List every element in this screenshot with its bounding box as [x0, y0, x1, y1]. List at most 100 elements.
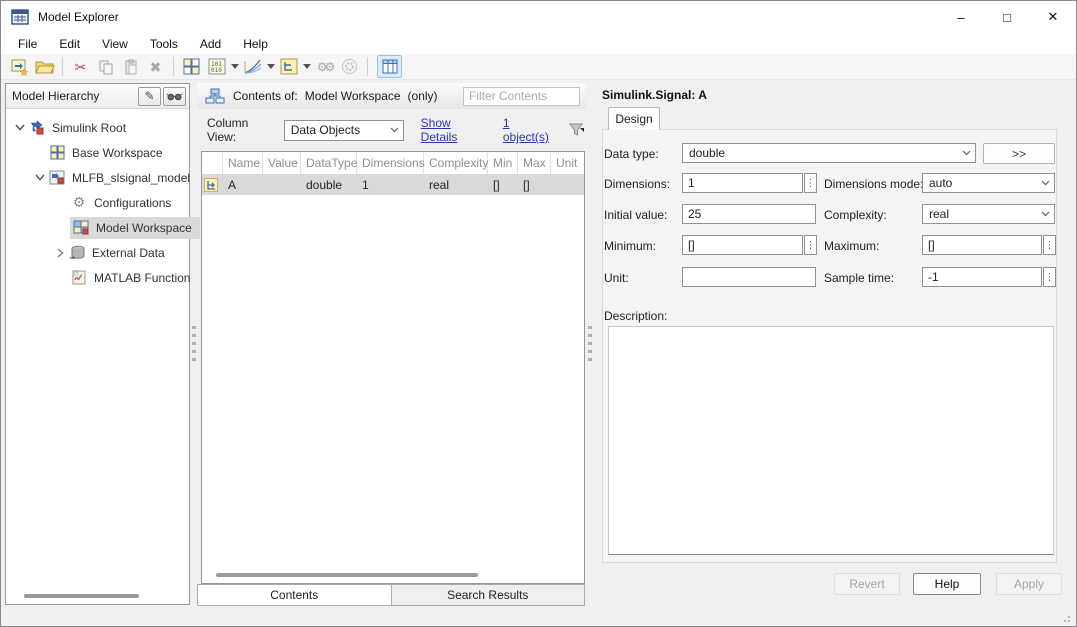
- delete-button[interactable]: ✖: [143, 55, 168, 78]
- tree-item-configurations[interactable]: ⚙ Configurations: [6, 190, 189, 215]
- open-button[interactable]: [32, 55, 57, 78]
- complexity-select[interactable]: real: [922, 204, 1055, 224]
- hierarchy-dropdown[interactable]: [301, 55, 312, 78]
- apply-button[interactable]: Apply: [996, 573, 1062, 595]
- tree-item-model-workspace[interactable]: Model Workspace: [6, 215, 189, 240]
- left-splitter[interactable]: [190, 83, 197, 606]
- hierarchy-view-button[interactable]: [276, 55, 301, 78]
- minimize-button[interactable]: –: [938, 1, 984, 33]
- model-hierarchy-header: Model Hierarchy ✎: [6, 84, 189, 109]
- chevron-down-icon: [303, 64, 311, 69]
- tree-item-label: Base Workspace: [72, 146, 163, 160]
- revert-button[interactable]: Revert: [834, 573, 900, 595]
- menu-file[interactable]: File: [7, 35, 48, 53]
- minimum-options-button[interactable]: ⋮: [804, 235, 817, 255]
- hierarchy-horizontal-scrollbar[interactable]: [24, 594, 139, 598]
- sample-time-options-button[interactable]: ⋮: [1043, 267, 1056, 287]
- dimensions-label: Dimensions:: [604, 177, 670, 191]
- sample-time-input[interactable]: [922, 267, 1042, 287]
- description-textarea[interactable]: [608, 326, 1054, 555]
- tab-design[interactable]: Design: [608, 107, 660, 130]
- column-header-unit[interactable]: Unit: [551, 152, 579, 174]
- edit-button[interactable]: ✎: [138, 87, 161, 106]
- data-type-value: double: [689, 146, 962, 160]
- column-header-complexity[interactable]: Complexity: [424, 152, 488, 174]
- signal-curves-view-button[interactable]: [240, 55, 265, 78]
- copy-button[interactable]: [93, 55, 118, 78]
- help-button[interactable]: Help: [913, 573, 981, 595]
- maximize-button[interactable]: □: [984, 1, 1030, 33]
- show-details-link[interactable]: Show Details: [421, 116, 486, 144]
- menu-add[interactable]: Add: [189, 35, 232, 53]
- signal-dialog-panel: Simulink.Signal: A Design Data type: dou…: [594, 83, 1076, 626]
- minimum-input[interactable]: [682, 235, 803, 255]
- tab-contents[interactable]: Contents: [198, 585, 392, 605]
- base-workspace-view-button[interactable]: [179, 55, 204, 78]
- contents-header: Contents of: Model Workspace (only): [197, 83, 586, 109]
- maximum-input[interactable]: [922, 235, 1042, 255]
- close-button[interactable]: ✕: [1030, 1, 1076, 33]
- column-header-name[interactable]: Name: [223, 152, 263, 174]
- tree-item-matlab-function[interactable]: MATLAB Function: [6, 265, 189, 290]
- column-header-max[interactable]: Max: [518, 152, 551, 174]
- column-header-dimensions[interactable]: Dimensions: [357, 152, 424, 174]
- data-type-assistant-button[interactable]: >>: [983, 143, 1055, 164]
- column-header-value[interactable]: Value: [263, 152, 301, 174]
- dimensions-input[interactable]: [682, 173, 803, 193]
- splitter-grip: [588, 326, 592, 364]
- unit-input[interactable]: [682, 267, 816, 287]
- chevron-down-icon: [1041, 180, 1050, 186]
- tree-item-label: Configurations: [94, 196, 171, 210]
- object-count-link[interactable]: 1 object(s): [503, 116, 555, 144]
- menu-tools[interactable]: Tools: [139, 35, 189, 53]
- description-label: Description:: [604, 309, 667, 323]
- window-controls: – □ ✕: [938, 1, 1076, 33]
- menu-view[interactable]: View: [91, 35, 139, 53]
- maximum-options-button[interactable]: ⋮: [1043, 235, 1056, 255]
- filter-contents-input[interactable]: [463, 87, 580, 106]
- curves-icon: [243, 58, 262, 75]
- data-objects-view-button[interactable]: 101 010: [204, 55, 229, 78]
- chevron-down-icon[interactable]: [12, 124, 28, 131]
- settings-button[interactable]: [337, 55, 362, 78]
- table-row[interactable]: A double 1 real [] []: [202, 174, 584, 195]
- data-type-select[interactable]: double: [682, 143, 976, 163]
- column-view-toggle-button[interactable]: [377, 55, 402, 78]
- model-workspace-icon: [72, 220, 90, 236]
- icon-column-header[interactable]: [202, 152, 223, 174]
- tree-item-base-workspace[interactable]: Base Workspace: [6, 140, 189, 165]
- contents-tabs: Contents Search Results: [197, 584, 585, 606]
- initial-value-input[interactable]: [682, 204, 816, 224]
- new-model-button[interactable]: [7, 55, 32, 78]
- column-header-min[interactable]: Min: [488, 152, 518, 174]
- view-options-button[interactable]: [163, 87, 186, 106]
- column-view-select[interactable]: Data Objects: [284, 120, 404, 141]
- external-data-icon: [68, 245, 86, 261]
- column-header-datatype[interactable]: DataType: [301, 152, 357, 174]
- signal-curves-dropdown[interactable]: [265, 55, 276, 78]
- tab-search-results[interactable]: Search Results: [392, 585, 585, 605]
- table-horizontal-scrollbar[interactable]: [216, 573, 478, 577]
- resize-grip[interactable]: [1062, 614, 1070, 622]
- tree-item-external-data[interactable]: External Data: [6, 240, 189, 265]
- dimensions-mode-select[interactable]: auto: [922, 173, 1055, 193]
- chevron-down-icon[interactable]: [32, 174, 48, 181]
- cell-datatype: double: [301, 178, 357, 192]
- tree-item-simulink-root[interactable]: Simulink Root: [6, 115, 189, 140]
- cell-max: []: [518, 178, 551, 192]
- paste-button[interactable]: [118, 55, 143, 78]
- data-objects-dropdown[interactable]: [229, 55, 240, 78]
- right-splitter[interactable]: [586, 83, 593, 606]
- menu-help[interactable]: Help: [232, 35, 279, 53]
- menu-edit[interactable]: Edit: [48, 35, 91, 53]
- tree-item-model[interactable]: MLFB_slsignal_model: [6, 165, 189, 190]
- title-bar: Model Explorer – □ ✕: [1, 1, 1076, 33]
- filter-options-button[interactable]: [569, 122, 586, 138]
- model-file-icon: [48, 170, 66, 186]
- dimensions-mode-label: Dimensions mode:: [824, 177, 923, 191]
- process-button[interactable]: ⚙⚙: [312, 55, 337, 78]
- cut-button[interactable]: ✂: [68, 55, 93, 78]
- chevron-down-icon: [390, 127, 399, 133]
- dimensions-options-button[interactable]: ⋮: [804, 173, 817, 193]
- chevron-right-icon[interactable]: [52, 248, 68, 258]
